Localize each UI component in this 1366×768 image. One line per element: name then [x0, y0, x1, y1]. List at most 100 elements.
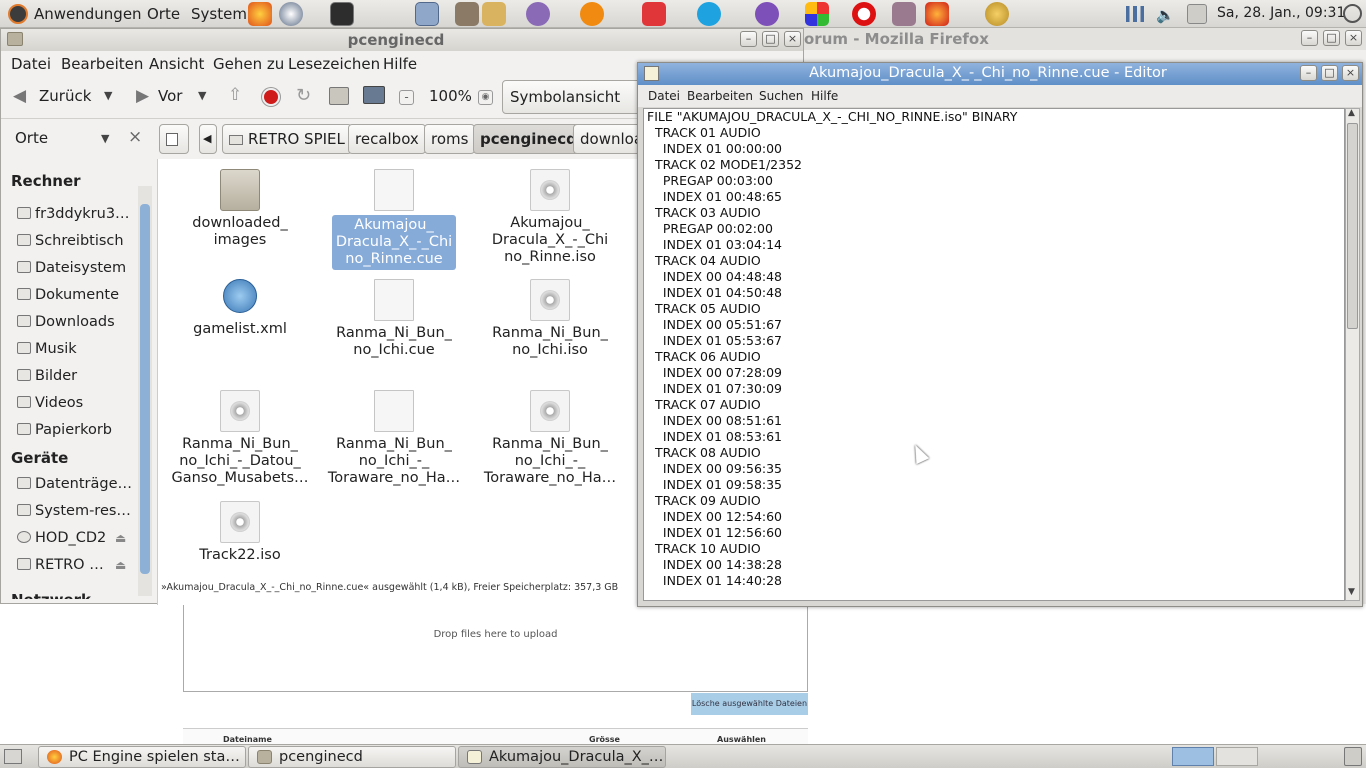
firefox-minimize-button[interactable]: – — [1301, 30, 1318, 46]
burn-icon[interactable] — [925, 2, 949, 26]
home-icon[interactable] — [329, 87, 349, 105]
menu-datei[interactable]: Datei — [11, 55, 51, 73]
sidebar-item-music[interactable]: Musik — [17, 341, 135, 361]
crumb-roms[interactable]: roms — [424, 124, 476, 154]
sidebar-scrollbar-thumb[interactable] — [140, 204, 150, 574]
opera-icon[interactable] — [852, 2, 876, 26]
sidebar-item-retro[interactable]: RETRO … — [17, 557, 112, 577]
delete-selected-button[interactable]: Lösche ausgewählte Dateien — [691, 693, 808, 715]
sidebar-item-home[interactable]: fr3ddykru3… — [17, 206, 135, 226]
editor-scrollbar-thumb[interactable] — [1347, 123, 1358, 329]
places-dropdown-icon[interactable]: ▼ — [101, 132, 109, 145]
file-item[interactable]: Track22.iso — [170, 501, 310, 564]
sidebar-item-trash[interactable]: Papierkorb — [17, 422, 135, 442]
forward-history-dropdown-icon[interactable]: ▼ — [198, 89, 206, 102]
fm-maximize-button[interactable]: □ — [762, 31, 779, 47]
sidebar-item-videos[interactable]: Videos — [17, 395, 135, 415]
view-mode-select[interactable]: Symbolansicht — [502, 80, 642, 114]
system-menu[interactable]: System — [191, 5, 247, 23]
sidebar-item-filesystem[interactable]: Dateisystem — [17, 260, 135, 280]
file-item[interactable]: Ranma_Ni_Bun_ no_Ichi_-_Datou_ Ganso_Mus… — [170, 390, 310, 487]
menu-gehen-zu[interactable]: Gehen zu — [213, 55, 284, 73]
upload-dropzone[interactable]: Drop files here to upload — [183, 605, 808, 692]
scroll-up-arrow-icon[interactable]: ▲ — [1348, 108, 1355, 118]
places-menu[interactable]: Orte — [147, 5, 180, 23]
path-scroll-left-button[interactable]: ◀ — [199, 124, 217, 154]
volume-icon[interactable]: 🔈 — [1156, 6, 1175, 24]
task-editor[interactable]: Akumajou_Dracula_X_… — [458, 746, 666, 768]
file-item[interactable]: gamelist.xml — [170, 279, 310, 338]
editor-close-button[interactable]: × — [1342, 65, 1359, 81]
picasa-icon[interactable] — [805, 2, 829, 26]
firefox-close-button[interactable]: × — [1345, 30, 1362, 46]
applications-menu[interactable]: Anwendungen — [34, 5, 142, 23]
archive-icon[interactable] — [892, 2, 916, 26]
edit-location-button[interactable] — [159, 124, 189, 154]
sidebar-item-system-reserved[interactable]: System-rese… — [17, 503, 135, 523]
menu-bearbeiten[interactable]: Bearbeiten — [61, 55, 143, 73]
stop-icon[interactable] — [262, 88, 280, 106]
forward-arrow-icon[interactable]: ▶ — [136, 86, 149, 106]
fm-close-button[interactable]: × — [784, 31, 801, 47]
sidebar-item-hod-cd2[interactable]: HOD_CD2 — [17, 530, 112, 550]
editor-menu-bearbeiten[interactable]: Bearbeiten — [687, 89, 753, 103]
power-icon[interactable] — [1343, 4, 1362, 23]
file-item-selected[interactable]: Akumajou_ Dracula_X_-_Chi no_Rinne.cue — [324, 169, 464, 270]
vivaldi-icon[interactable] — [642, 2, 666, 26]
menu-ansicht[interactable]: Ansicht — [149, 55, 204, 73]
menu-hilfe[interactable]: Hilfe — [383, 55, 417, 73]
files-icon[interactable] — [482, 2, 506, 26]
trash-icon[interactable] — [1344, 747, 1362, 766]
zoom-out-icon[interactable]: - — [399, 90, 414, 105]
forward-button[interactable]: Vor — [158, 87, 182, 105]
back-arrow-icon[interactable]: ◀ — [13, 86, 26, 106]
col-size[interactable]: Grösse — [589, 735, 620, 744]
back-button[interactable]: Zurück — [39, 87, 91, 105]
editor-menu-datei[interactable]: Datei — [648, 89, 680, 103]
crumb-pcenginecd[interactable]: pcenginecd — [473, 124, 584, 154]
reload-icon[interactable]: ↻ — [296, 85, 311, 106]
gimp-icon[interactable] — [455, 2, 479, 26]
file-item[interactable]: Ranma_Ni_Bun_ no_Ichi_-_ Toraware_no_Ha… — [480, 390, 620, 487]
up-arrow-icon[interactable]: ⇧ — [228, 85, 242, 105]
chromium-icon[interactable] — [279, 2, 303, 26]
sidebar-item-downloads[interactable]: Downloads — [17, 314, 135, 334]
eject-icon[interactable]: ⏏ — [115, 531, 126, 545]
editor-text-area[interactable]: FILE "AKUMAJOU_DRACULA_X_-_CHI_NO_RINNE.… — [643, 108, 1345, 601]
back-history-dropdown-icon[interactable]: ▼ — [104, 89, 112, 102]
editor-scrollbar[interactable]: ▲ ▼ — [1345, 108, 1360, 601]
sidebar-item-volume[interactable]: Datenträge… — [17, 476, 135, 496]
game-icon[interactable] — [580, 2, 604, 26]
file-item[interactable]: downloaded_ images — [170, 169, 310, 249]
crumb-recalbox[interactable]: recalbox — [348, 124, 426, 154]
editor-menu-suchen[interactable]: Suchen — [759, 89, 803, 103]
file-item[interactable]: Ranma_Ni_Bun_ no_Ichi.cue — [324, 279, 464, 359]
network-signal-icon[interactable] — [1126, 6, 1144, 22]
firefox-icon[interactable] — [248, 2, 272, 26]
zoom-reset-icon[interactable]: ◉ — [478, 90, 493, 105]
workspace-switcher[interactable] — [1172, 747, 1214, 766]
task-file-manager[interactable]: pcenginecd — [248, 746, 456, 768]
editor-maximize-button[interactable]: □ — [1321, 65, 1338, 81]
fm-minimize-button[interactable]: – — [740, 31, 757, 47]
sidebar-item-desktop[interactable]: Schreibtisch — [17, 233, 135, 253]
terminal-icon[interactable] — [330, 2, 354, 26]
eject-icon[interactable]: ⏏ — [115, 558, 126, 572]
file-item[interactable]: Ranma_Ni_Bun_ no_Ichi_-_ Toraware_no_Ha… — [324, 390, 464, 487]
sidebar-item-documents[interactable]: Dokumente — [17, 287, 135, 307]
crumb-retro-spiel[interactable]: RETRO SPIEL — [222, 124, 352, 154]
workspace-switcher[interactable] — [1216, 747, 1258, 766]
task-firefox[interactable]: PC Engine spielen star… — [38, 746, 246, 768]
pidgin-icon[interactable] — [526, 2, 550, 26]
editor-menu-hilfe[interactable]: Hilfe — [811, 89, 838, 103]
clock[interactable]: Sa, 28. Jan., 09:31 — [1217, 5, 1345, 21]
skype-icon[interactable] — [697, 2, 721, 26]
scroll-down-arrow-icon[interactable]: ▼ — [1348, 587, 1355, 597]
show-desktop-icon[interactable] — [4, 749, 22, 764]
editor-minimize-button[interactable]: – — [1300, 65, 1317, 81]
file-item[interactable]: Akumajou_ Dracula_X_-_Chi no_Rinne.iso — [480, 169, 620, 266]
col-filename[interactable]: Dateiname — [223, 735, 272, 744]
viber-icon[interactable] — [755, 2, 779, 26]
sidebar-item-pictures[interactable]: Bilder — [17, 368, 135, 388]
col-select[interactable]: Auswählen — [717, 735, 766, 744]
